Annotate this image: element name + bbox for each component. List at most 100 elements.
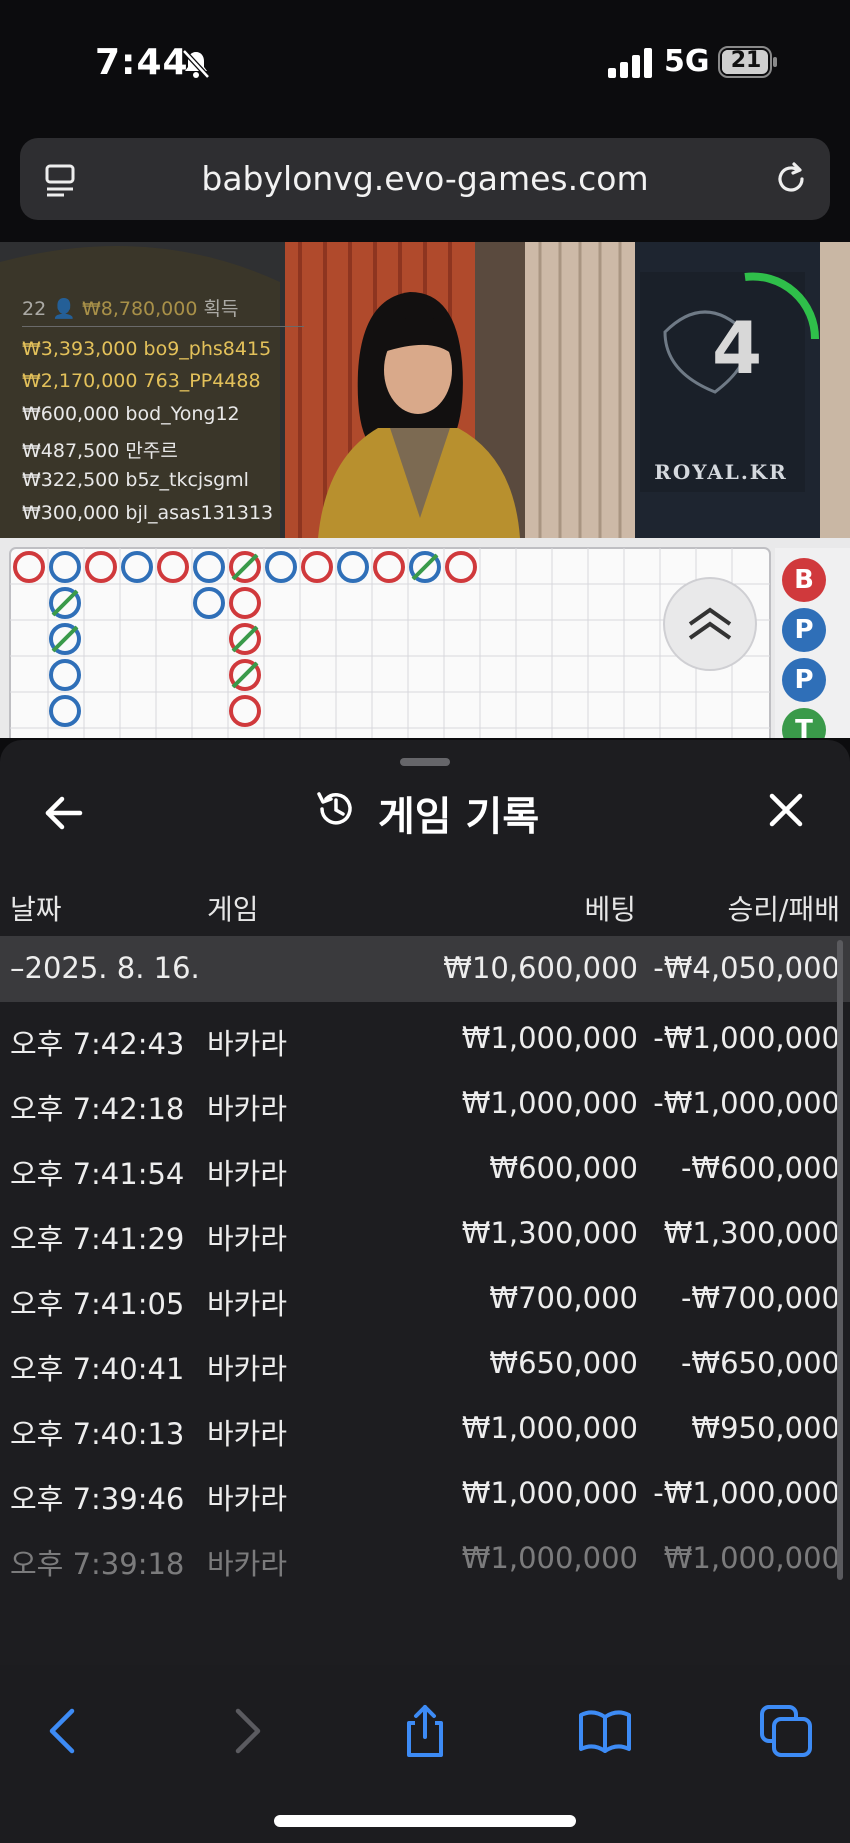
- person-icon: 👤: [52, 298, 76, 320]
- table-row[interactable]: 오후 7:41:05 바카라 ₩700,000 -₩700,000: [0, 1265, 850, 1330]
- row-result: ₩950,000: [691, 1411, 840, 1445]
- row-result: ₩1,000,000: [663, 1541, 840, 1575]
- table-row[interactable]: 오후 7:41:29 바카라 ₩1,300,000 ₩1,300,000: [0, 1200, 850, 1265]
- row-bet: ₩1,000,000: [461, 1411, 638, 1445]
- reload-icon[interactable]: [772, 160, 810, 198]
- row-time: 오후 7:41:29: [10, 1222, 185, 1256]
- row-bet: ₩1,000,000: [461, 1021, 638, 1055]
- divider: [22, 326, 304, 327]
- game-history-sheet: 게임 기록 날짜 게임 베팅 승리/패배 –2025. 8. 16. ₩10,6…: [0, 740, 850, 1665]
- home-indicator[interactable]: [274, 1815, 576, 1827]
- network-type: 5G: [664, 44, 710, 79]
- prediction-player[interactable]: P: [782, 608, 826, 652]
- status-time: 7:44: [95, 42, 189, 83]
- forward-chevron-icon[interactable]: [218, 1703, 274, 1759]
- row-time: 오후 7:42:18: [10, 1092, 185, 1126]
- table-row[interactable]: 오후 7:40:13 바카라 ₩1,000,000 ₩950,000: [0, 1395, 850, 1460]
- sheet-drag-handle[interactable]: [400, 758, 450, 766]
- winner-name: 만주르: [125, 440, 178, 462]
- table-row[interactable]: 오후 7:42:43 바카라 ₩1,000,000 -₩1,000,000: [0, 1005, 850, 1070]
- row-time: 오후 7:41:05: [10, 1287, 185, 1321]
- column-header-game[interactable]: 게임: [207, 888, 259, 928]
- history-icon: [317, 792, 352, 825]
- winner-amount: ₩600,000: [22, 403, 120, 425]
- tabs-icon[interactable]: [758, 1703, 814, 1759]
- back-chevron-icon[interactable]: [36, 1703, 92, 1759]
- bookmarks-icon[interactable]: [577, 1703, 633, 1759]
- winner-name: 763_PP4488: [143, 370, 261, 392]
- winner-name: bjl_asas131313: [125, 502, 274, 524]
- winner-name: b5z_tkcjsgml: [125, 469, 249, 491]
- bead-road-board: B P P T: [0, 538, 850, 738]
- column-header-result[interactable]: 승리/패배: [728, 888, 840, 928]
- row-time: 오후 7:40:41: [10, 1352, 185, 1386]
- battery-level: 21: [730, 48, 762, 73]
- row-result: -₩1,000,000: [653, 1086, 840, 1120]
- date-group-date: –2025. 8. 16.: [10, 951, 200, 985]
- table-row[interactable]: 오후 7:42:18 바카라 ₩1,000,000 -₩1,000,000: [0, 1070, 850, 1135]
- row-result: -₩700,000: [680, 1281, 840, 1315]
- chevron-double-up-icon: [688, 607, 732, 640]
- prediction-player[interactable]: P: [782, 658, 826, 702]
- total-winnings: ₩8,780,000: [81, 298, 198, 320]
- table-row[interactable]: 오후 7:41:54 바카라 ₩600,000 -₩600,000: [0, 1135, 850, 1200]
- leaderboard-row: ₩300,000 bjl_asas131313: [22, 502, 273, 524]
- row-time: 오후 7:39:46: [10, 1482, 185, 1516]
- row-game: 바카라: [207, 1547, 288, 1581]
- countdown-timer: 4: [712, 306, 763, 390]
- date-group-result-total: -₩4,050,000: [653, 951, 840, 985]
- column-header-date[interactable]: 날짜: [10, 888, 62, 928]
- row-bet: ₩650,000: [489, 1346, 638, 1380]
- row-game: 바카라: [207, 1157, 288, 1191]
- table-row[interactable]: 오후 7:39:46 바카라 ₩1,000,000 -₩1,000,000: [0, 1460, 850, 1525]
- winner-name: bo9_phs8415: [143, 338, 272, 360]
- leaderboard-row: ₩3,393,000 bo9_phs8415: [22, 338, 271, 360]
- back-arrow-icon[interactable]: [40, 788, 90, 838]
- table-row[interactable]: 오후 7:39:18 바카라 ₩1,000,000 ₩1,000,000: [0, 1525, 850, 1590]
- row-game: 바카라: [207, 1287, 288, 1321]
- prediction-banker[interactable]: B: [782, 558, 826, 602]
- row-result: ₩1,300,000: [663, 1216, 840, 1250]
- winner-amount: ₩3,393,000: [22, 338, 138, 360]
- row-bet: ₩1,300,000: [461, 1216, 638, 1250]
- row-bet: ₩600,000: [489, 1151, 638, 1185]
- scrollbar[interactable]: [837, 940, 843, 1580]
- row-result: -₩1,000,000: [653, 1021, 840, 1055]
- live-video-feed: 22 👤 ₩8,780,000 획득 ₩3,393,000 bo9_phs841…: [0, 242, 850, 538]
- close-icon[interactable]: [764, 788, 808, 832]
- row-time: 오후 7:40:13: [10, 1417, 185, 1451]
- date-group-row[interactable]: –2025. 8. 16. ₩10,600,000 -₩4,050,000: [0, 936, 850, 1002]
- status-bar: 7:44 5G 21: [0, 0, 850, 125]
- row-result: -₩600,000: [680, 1151, 840, 1185]
- bell-muted-icon: [182, 49, 210, 79]
- url-text[interactable]: babylonvg.evo-games.com: [20, 138, 830, 220]
- winner-amount: ₩300,000: [22, 502, 120, 524]
- winnings-suffix: 획득: [203, 298, 239, 320]
- sheet-title: 게임 기록: [378, 794, 540, 840]
- table-row[interactable]: 오후 7:40:41 바카라 ₩650,000 -₩650,000: [0, 1330, 850, 1395]
- row-bet: ₩700,000: [489, 1281, 638, 1315]
- leaderboard-row: ₩2,170,000 763_PP4488: [22, 370, 261, 392]
- row-bet: ₩1,000,000: [461, 1541, 638, 1575]
- row-time: 오후 7:39:18: [10, 1547, 185, 1581]
- row-result: -₩1,000,000: [653, 1476, 840, 1510]
- winner-amount: ₩487,500: [22, 440, 120, 462]
- player-count: 22: [22, 298, 47, 320]
- row-game: 바카라: [207, 1222, 288, 1256]
- share-icon[interactable]: [397, 1703, 453, 1759]
- table-brand: ROYAL.KR: [654, 460, 788, 484]
- winner-amount: ₩2,170,000: [22, 370, 138, 392]
- row-game: 바카라: [207, 1092, 288, 1126]
- leaderboard-header: 22 👤 ₩8,780,000 획득: [22, 294, 238, 321]
- winner-amount: ₩322,500: [22, 469, 120, 491]
- cellular-signal-icon: [608, 48, 652, 78]
- expand-roads-button[interactable]: [664, 598, 756, 650]
- row-time: 오후 7:41:54: [10, 1157, 185, 1191]
- address-bar[interactable]: babylonvg.evo-games.com: [20, 138, 830, 220]
- row-time: 오후 7:42:43: [10, 1027, 185, 1061]
- column-header-bet[interactable]: 베팅: [584, 888, 636, 928]
- row-game: 바카라: [207, 1417, 288, 1451]
- leaderboard-row: ₩600,000 bod_Yong12: [22, 403, 240, 425]
- leaderboard-row: ₩322,500 b5z_tkcjsgml: [22, 469, 249, 491]
- row-result: -₩650,000: [680, 1346, 840, 1380]
